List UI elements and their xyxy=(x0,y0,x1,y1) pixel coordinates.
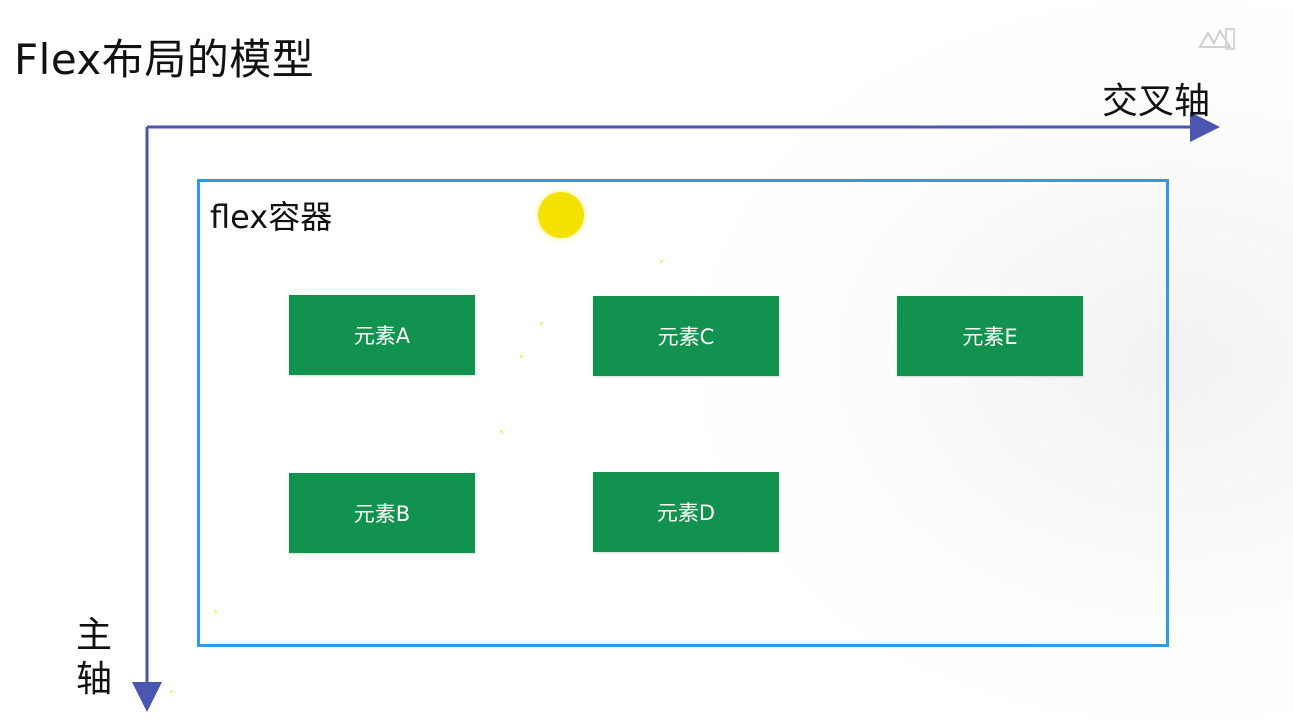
speck xyxy=(540,322,543,325)
speck xyxy=(660,260,663,263)
cross-axis-label: 交叉轴 xyxy=(1102,81,1211,122)
cursor-highlight-icon xyxy=(538,192,584,238)
flex-container-box xyxy=(197,179,1169,647)
flex-item-a: 元素A xyxy=(289,295,475,375)
speck xyxy=(520,355,523,358)
main-axis-label-line2: 轴 xyxy=(75,659,112,700)
flex-item-d: 元素D xyxy=(593,472,779,552)
speck xyxy=(170,690,173,693)
flex-item-b: 元素B xyxy=(289,473,475,553)
speck xyxy=(214,610,217,613)
flex-container-label: flex容器 xyxy=(210,198,333,236)
flex-item-c: 元素C xyxy=(593,296,779,376)
main-axis-label: 主 轴 xyxy=(72,614,116,702)
flex-item-e: 元素E xyxy=(897,296,1083,376)
speck xyxy=(500,430,503,433)
main-axis-label-line1: 主 xyxy=(75,615,112,656)
